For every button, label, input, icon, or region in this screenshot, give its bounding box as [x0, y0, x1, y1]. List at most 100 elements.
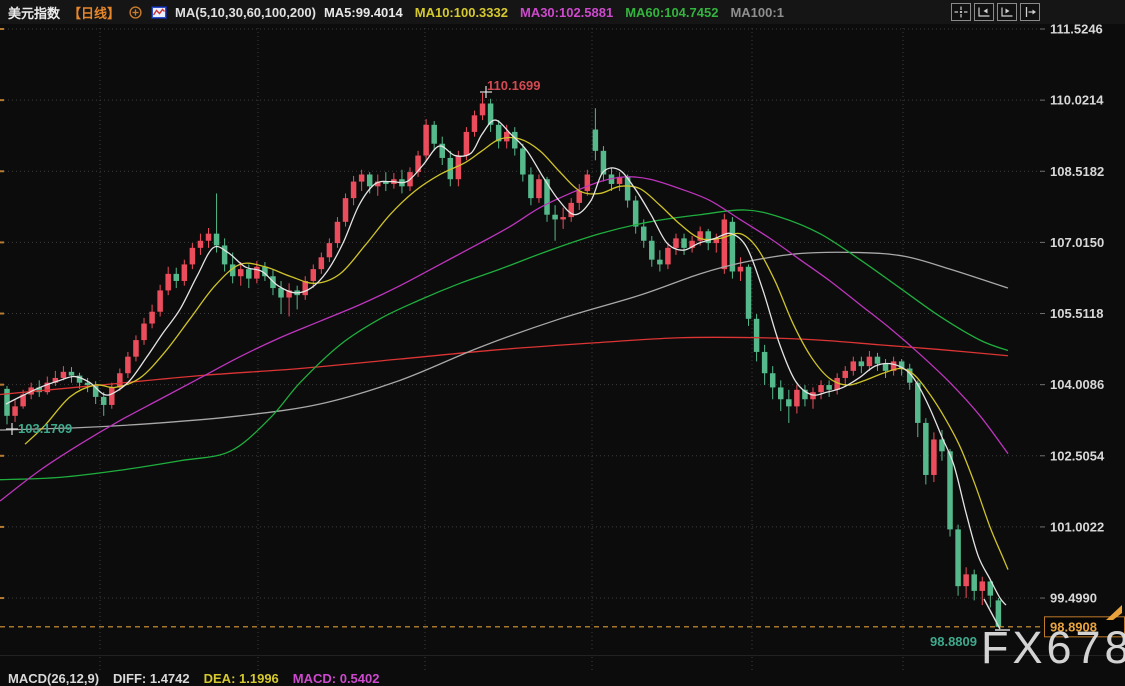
candle — [883, 364, 889, 371]
candle — [657, 260, 663, 265]
chart-header: 美元指数 【日线】 MA(5,10,30,60,100,200) MA5:99.… — [0, 0, 1125, 24]
ma-value: MA60:104.7452 — [625, 5, 718, 20]
panel-next-tool-icon[interactable] — [997, 3, 1017, 21]
axis-price-label: 101.0022 — [1050, 519, 1104, 534]
chart-toolbar — [951, 3, 1040, 21]
candle — [133, 340, 139, 357]
macd-value: MACD: 0.5402 — [293, 671, 380, 686]
ma-values: MA5:99.4014 MA10:100.3332 MA30:102.5881 MA6… — [324, 5, 784, 20]
candle — [528, 174, 534, 198]
candle — [480, 104, 486, 116]
candle — [504, 132, 510, 141]
candle — [464, 132, 470, 156]
crosshair-tool-icon[interactable] — [951, 3, 971, 21]
candle — [174, 274, 180, 281]
candle — [810, 392, 816, 399]
candle — [319, 257, 325, 269]
candle — [786, 399, 792, 406]
macd-settings-label[interactable]: MACD(26,12,9) — [8, 671, 99, 686]
price-annotation-high: 110.1699 — [487, 78, 541, 93]
timeframe-label[interactable]: 【日线】 — [68, 3, 120, 22]
candle — [238, 269, 244, 276]
candle — [641, 227, 647, 241]
candle — [246, 269, 252, 278]
axis-price-label: 105.5118 — [1050, 306, 1104, 321]
price-annotation-low: 98.8809 — [930, 634, 977, 649]
candle — [665, 248, 671, 265]
candle — [585, 174, 591, 191]
ma-settings-label[interactable]: MA(5,10,30,60,100,200) — [175, 5, 316, 20]
macd-value: DIFF: 1.4742 — [113, 671, 190, 686]
candle — [125, 357, 130, 374]
candle — [947, 451, 953, 529]
candle — [875, 357, 881, 364]
candles-layer — [4, 93, 1001, 627]
candle — [254, 267, 259, 279]
candle — [980, 581, 986, 590]
candle — [117, 373, 123, 387]
candle — [182, 264, 188, 281]
candle — [302, 281, 308, 295]
compare-add-icon[interactable] — [128, 5, 143, 20]
candle — [190, 248, 196, 265]
ma-value: MA30:102.5881 — [520, 5, 613, 20]
candle — [681, 238, 687, 247]
candle — [738, 267, 744, 272]
candle — [544, 179, 550, 214]
candle — [415, 156, 421, 173]
candle — [61, 372, 67, 378]
candle — [367, 174, 373, 186]
candle — [69, 372, 75, 376]
price-annotation-low: 103.1709 — [18, 421, 72, 436]
current-price-label: 98.8908 — [1050, 619, 1097, 634]
candle — [101, 397, 107, 405]
chart-thumbnail-icon[interactable] — [151, 6, 167, 19]
macd-value: DEA: 1.1996 — [204, 671, 279, 686]
candle — [552, 215, 558, 220]
candle — [778, 387, 784, 399]
candle — [963, 574, 969, 586]
candle — [722, 219, 728, 269]
candle — [157, 290, 163, 311]
candle — [351, 182, 357, 199]
candle — [560, 217, 566, 219]
candle — [859, 361, 865, 366]
ma-line-ma200 — [0, 337, 1008, 394]
shift-right-tool-icon[interactable] — [1020, 3, 1040, 21]
candle — [746, 267, 752, 319]
ma-value: MA5:99.4014 — [324, 5, 403, 20]
macd-values: DIFF: 1.4742 DEA: 1.1996 MACD: 0.5402 — [113, 671, 379, 686]
candle — [867, 357, 873, 366]
candle — [431, 125, 437, 144]
candle — [278, 288, 284, 297]
candle — [198, 241, 204, 248]
ma-line-ma10 — [25, 138, 1008, 570]
candle — [327, 243, 333, 257]
candlestick-chart[interactable]: 111.5246110.0214108.5182107.0150105.5118… — [0, 0, 1125, 685]
candle — [206, 234, 212, 241]
macd-header: MACD(26,12,9) DIFF: 1.4742 DEA: 1.1996 MAC… — [8, 671, 379, 686]
candle — [472, 115, 478, 132]
candle — [343, 198, 349, 222]
candle — [311, 269, 317, 281]
candle — [536, 179, 542, 198]
panel-divider — [0, 655, 1125, 656]
axis-price-label: 99.4990 — [1050, 591, 1097, 606]
ma-value: MA10:100.3332 — [415, 5, 508, 20]
ma-value: MA100:1 — [730, 5, 783, 20]
candle — [794, 390, 800, 407]
candle — [923, 423, 929, 475]
candle — [141, 324, 147, 341]
candle — [359, 174, 365, 181]
candle — [851, 361, 857, 370]
axis-price-label: 104.0086 — [1050, 377, 1104, 392]
axis-price-label: 102.5054 — [1050, 448, 1105, 463]
axis-price-label: 107.0150 — [1050, 235, 1104, 250]
candle — [649, 241, 655, 260]
candle — [842, 371, 848, 378]
candle — [520, 148, 526, 174]
candle — [955, 529, 961, 586]
candle — [931, 439, 937, 474]
panel-prev-tool-icon[interactable] — [974, 3, 994, 21]
candle — [577, 191, 583, 203]
